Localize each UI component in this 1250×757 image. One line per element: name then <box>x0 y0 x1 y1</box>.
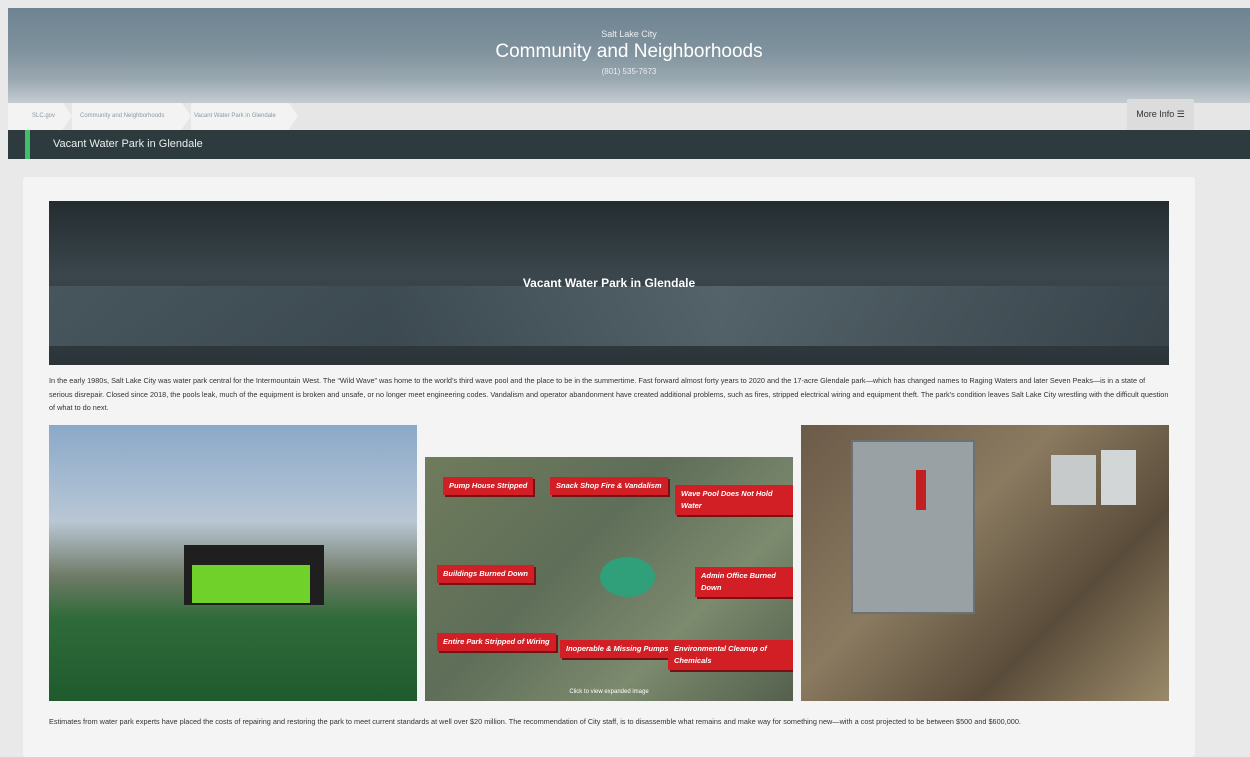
park-map-image[interactable]: Pump House Stripped Snack Shop Fire & Va… <box>425 457 793 701</box>
map-caption: Click to view expanded image <box>569 689 649 695</box>
map-label: Wave Pool Does Not Hold Water <box>675 485 793 515</box>
cost-paragraph: Estimates from water park experts have p… <box>49 717 1021 726</box>
breadcrumb: SLC.gov Community and Neighborhoods Vaca… <box>8 103 1250 130</box>
breadcrumb-current[interactable]: Vacant Water Park in Glendale <box>172 103 276 130</box>
banner-title: Vacant Water Park in Glendale <box>522 276 696 290</box>
map-label: Entire Park Stripped of Wiring <box>437 633 556 651</box>
map-label: Snack Shop Fire & Vandalism <box>550 477 668 495</box>
map-label: Inoperable & Missing Pumps <box>560 640 675 658</box>
burned-building-photo <box>49 425 417 701</box>
map-label: Pump House Stripped <box>443 477 534 495</box>
breadcrumb-community[interactable]: Community and Neighborhoods <box>58 103 164 130</box>
electrical-panel-photo <box>801 425 1169 701</box>
site-header: Salt Lake City Community and Neighborhoo… <box>8 8 1250 103</box>
breadcrumb-home[interactable]: SLC.gov <box>8 103 55 130</box>
title-accent <box>25 130 30 159</box>
intro-paragraph: In the early 1980s, Salt Lake City was w… <box>49 376 1169 412</box>
map-label: Environmental Cleanup of Chemicals <box>668 640 793 670</box>
header-title[interactable]: Community and Neighborhoods <box>8 41 1250 63</box>
page-title-bar: Vacant Water Park in Glendale <box>8 130 1250 159</box>
map-label: Buildings Burned Down <box>437 565 534 583</box>
more-info-button[interactable]: More Info ☰ <box>1127 99 1194 130</box>
header-phone[interactable]: (801) 535-7673 <box>8 67 1250 76</box>
banner-image: Vacant Water Park in Glendale <box>49 201 1169 365</box>
page-title: Vacant Water Park in Glendale <box>53 138 203 150</box>
header-org[interactable]: Salt Lake City <box>8 29 1250 39</box>
map-label: Admin Office Burned Down <box>695 567 793 597</box>
